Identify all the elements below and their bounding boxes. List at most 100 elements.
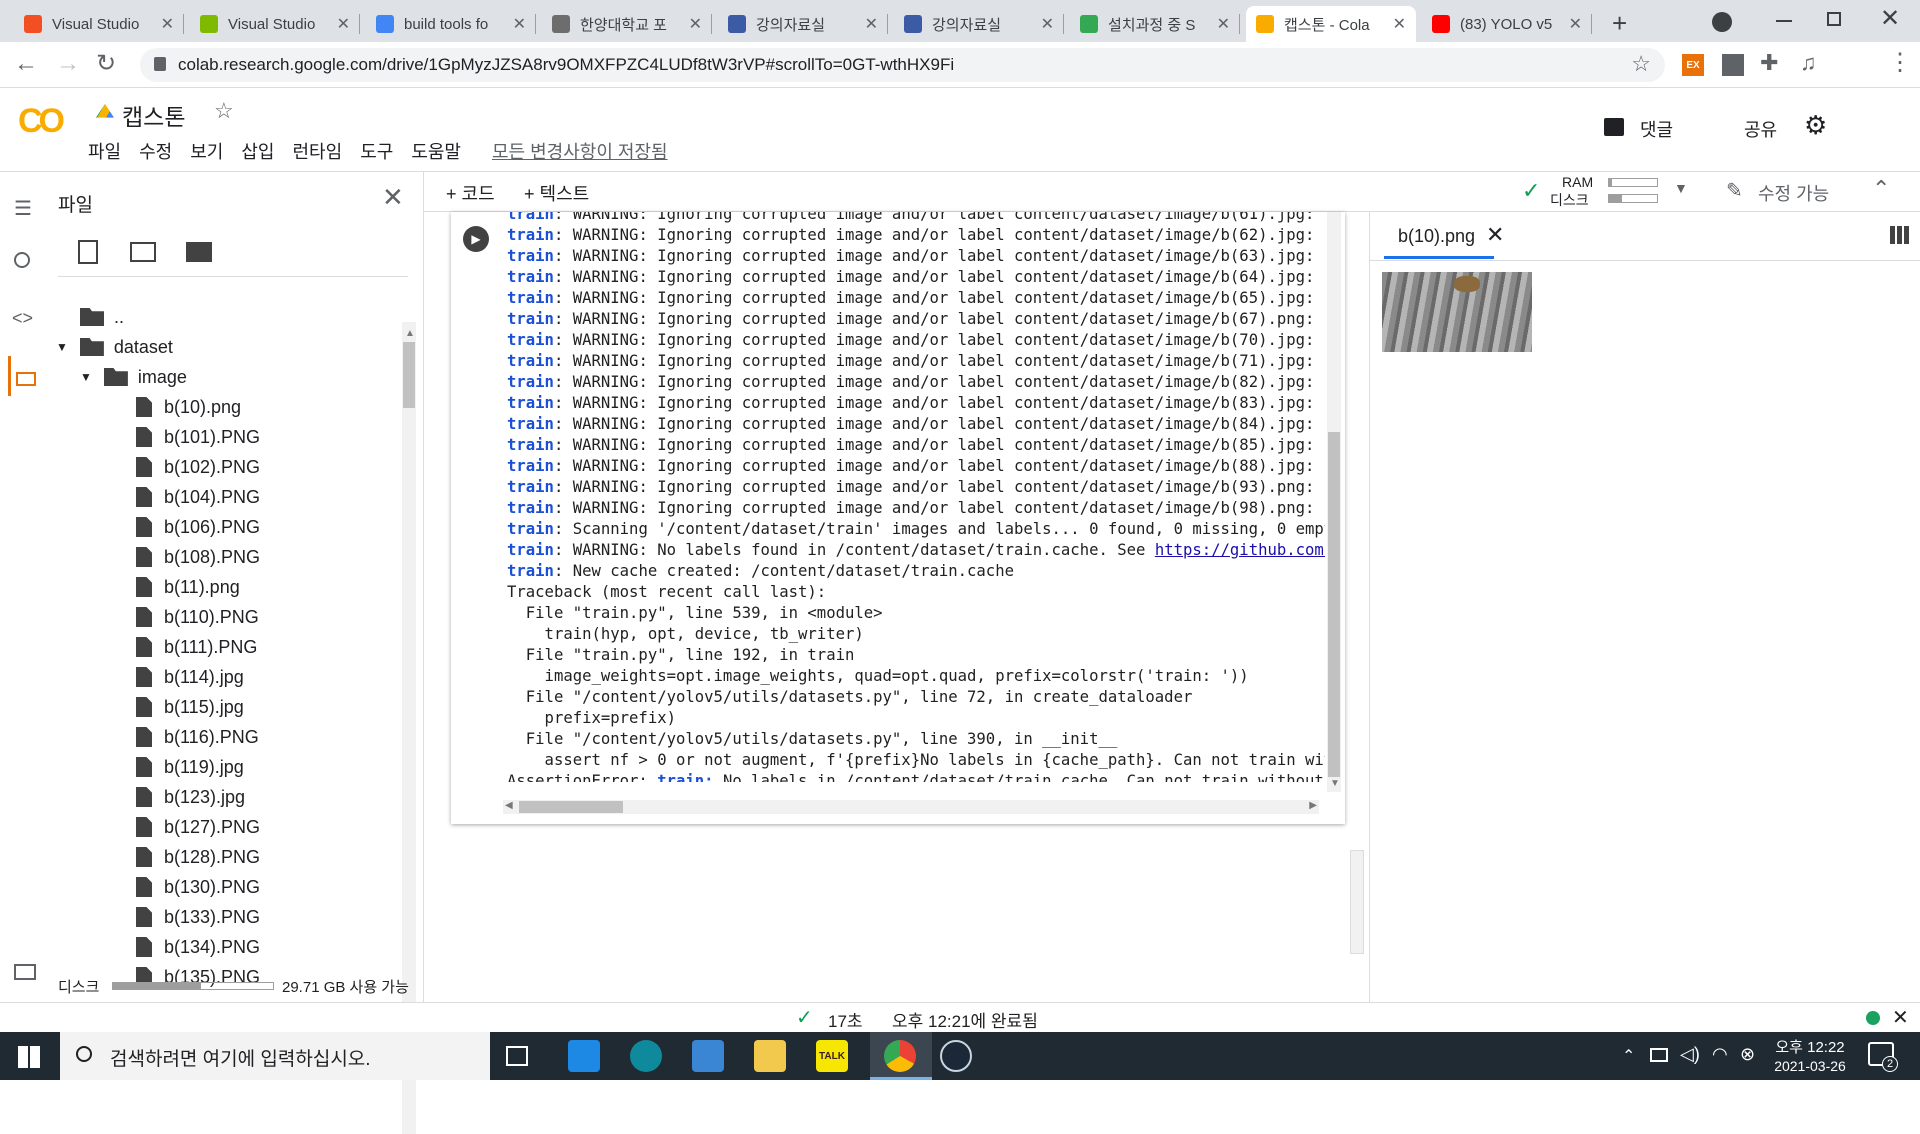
mail-app-icon[interactable]	[568, 1040, 600, 1072]
file-item[interactable]: b(134).PNG	[136, 932, 260, 962]
output-hscrollbar[interactable]: ◀ ▶	[503, 800, 1319, 814]
file-item[interactable]: b(101).PNG	[136, 422, 260, 452]
file-item[interactable]: b(102).PNG	[136, 452, 260, 482]
file-item[interactable]: b(127).PNG	[136, 812, 260, 842]
add-text-button[interactable]: + 텍스트	[524, 180, 589, 206]
tab-close-icon[interactable]: ✕	[865, 14, 878, 34]
notebook-title[interactable]: 캡스톤	[122, 98, 185, 132]
terminal-icon[interactable]	[14, 964, 36, 980]
tab-close-icon[interactable]: ✕	[513, 14, 526, 34]
expand-arrow-icon[interactable]: ▼	[56, 340, 68, 354]
new-tab-icon[interactable]: +	[1612, 8, 1627, 39]
extension-icon[interactable]: EX	[1682, 54, 1704, 76]
edge-icon[interactable]	[630, 1040, 662, 1072]
clock-date[interactable]: 2021-03-26	[1770, 1058, 1850, 1074]
battery-icon[interactable]	[1650, 1048, 1668, 1062]
tab-close-icon[interactable]: ✕	[1041, 14, 1054, 34]
menu-item[interactable]: 보기	[190, 138, 223, 164]
media-control-icon[interactable]: ♫	[1800, 50, 1817, 76]
menu-item[interactable]: 런타임	[293, 138, 343, 164]
toc-icon[interactable]: ☰	[14, 196, 32, 221]
tray-expand-icon[interactable]: ⌃	[1622, 1046, 1635, 1066]
chrome-icon[interactable]	[884, 1040, 916, 1072]
clock-time[interactable]: 오후 12:22	[1774, 1036, 1846, 1057]
ram-label[interactable]: RAM	[1562, 174, 1593, 190]
close-preview-icon[interactable]: ✕	[1486, 222, 1504, 248]
tab-search-icon[interactable]	[1712, 12, 1732, 32]
tree-parent[interactable]: ..	[80, 302, 124, 332]
refresh-folder-icon[interactable]	[130, 242, 156, 262]
search-icon[interactable]	[14, 252, 30, 268]
tab-close-icon[interactable]: ✕	[337, 14, 350, 34]
layout-columns-icon[interactable]	[1890, 226, 1910, 244]
star-icon[interactable]: ☆	[214, 98, 234, 124]
kakaotalk-icon[interactable]: TALK	[816, 1040, 848, 1072]
edit-mode-label[interactable]: 수정 가능	[1758, 180, 1829, 206]
file-item[interactable]: b(130).PNG	[136, 872, 260, 902]
browser-tab[interactable]: 강의자료실 ✕	[894, 6, 1064, 42]
menu-item[interactable]: 파일	[88, 138, 121, 164]
wifi-icon[interactable]: ◠	[1712, 1044, 1728, 1065]
minimize-icon[interactable]	[1776, 20, 1792, 22]
file-item[interactable]: b(110).PNG	[136, 602, 259, 632]
close-panel-icon[interactable]: ✕	[382, 182, 404, 213]
file-item[interactable]: b(133).PNG	[136, 902, 260, 932]
file-item[interactable]: b(116).PNG	[136, 722, 259, 752]
comment-icon[interactable]	[1604, 118, 1624, 136]
tree-folder-dataset[interactable]: ▼ dataset	[56, 332, 173, 362]
back-icon[interactable]: ←	[14, 50, 38, 78]
tab-close-icon[interactable]: ✕	[1217, 14, 1230, 34]
file-item[interactable]: b(106).PNG	[136, 512, 260, 542]
browser-tab[interactable]: Visual Studio ✕	[14, 6, 184, 42]
file-item[interactable]: b(111).PNG	[136, 632, 257, 662]
file-explorer-icon[interactable]	[754, 1040, 786, 1072]
file-item[interactable]: b(128).PNG	[136, 842, 260, 872]
collapse-header-icon[interactable]: ⌃	[1872, 176, 1890, 202]
file-item[interactable]: b(123).jpg	[136, 782, 245, 812]
browser-tab[interactable]: build tools fo ✕	[366, 6, 536, 42]
add-code-button[interactable]: + 코드	[446, 180, 495, 206]
output-link[interactable]: https://github.com/ul	[1155, 541, 1325, 559]
browser-tab[interactable]: 강의자료실 ✕	[718, 6, 888, 42]
run-cell-icon[interactable]: ▶	[463, 226, 489, 252]
tab-close-icon[interactable]: ✕	[1569, 14, 1582, 34]
preview-tab-label[interactable]: b(10).png	[1398, 226, 1475, 247]
output-hscroll-thumb[interactable]	[519, 801, 623, 813]
output-vscroll-thumb[interactable]	[1328, 432, 1340, 777]
reload-icon[interactable]: ↻	[96, 49, 116, 78]
tab-close-icon[interactable]: ✕	[161, 14, 174, 34]
resources-dropdown-icon[interactable]: ▼	[1674, 180, 1688, 196]
volume-icon[interactable]: ◁)	[1680, 1044, 1700, 1065]
steam-icon[interactable]	[940, 1040, 972, 1072]
expand-arrow-icon[interactable]: ▼	[80, 370, 92, 384]
bookmark-star-icon[interactable]: ☆	[1631, 51, 1651, 77]
close-window-icon[interactable]: ✕	[1880, 4, 1900, 33]
close-status-icon[interactable]: ✕	[1892, 1005, 1909, 1030]
ime-icon[interactable]: ⊗	[1740, 1044, 1755, 1065]
menu-item[interactable]: 도구	[360, 138, 393, 164]
upload-icon[interactable]	[78, 240, 98, 264]
puzzle-icon[interactable]: ✚	[1760, 50, 1778, 76]
extension-2-icon[interactable]	[1722, 54, 1744, 76]
browser-tab[interactable]: Visual Studio ✕	[190, 6, 360, 42]
colab-logo[interactable]: CO	[18, 102, 65, 141]
tab-close-icon[interactable]: ✕	[1393, 14, 1406, 34]
output-vscrollbar[interactable]: ▼	[1327, 212, 1341, 792]
tab-close-icon[interactable]: ✕	[689, 14, 702, 34]
file-item[interactable]: b(10).png	[136, 392, 241, 422]
menu-item[interactable]: 수정	[139, 138, 172, 164]
task-view-icon[interactable]	[506, 1046, 528, 1066]
browser-tab[interactable]: (83) YOLO v5 ✕	[1422, 6, 1592, 42]
forward-icon[interactable]: →	[56, 50, 80, 78]
browser-tab[interactable]: 설치과정 중 S ✕	[1070, 6, 1240, 42]
tree-folder-image[interactable]: ▼ image	[80, 362, 187, 392]
notebook-scrollbar[interactable]	[1350, 850, 1364, 954]
exec-completed[interactable]: 오후 12:21에 완료됨	[892, 1007, 1038, 1032]
file-item[interactable]: b(108).PNG	[136, 542, 260, 572]
disk-resource-label[interactable]: 디스크	[1550, 190, 1589, 210]
file-item[interactable]: b(119).jpg	[136, 752, 244, 782]
mount-drive-icon[interactable]	[186, 242, 212, 262]
file-item[interactable]: b(104).PNG	[136, 482, 260, 512]
share-button[interactable]: 공유	[1744, 116, 1777, 142]
comment-button[interactable]: 댓글	[1640, 116, 1673, 142]
